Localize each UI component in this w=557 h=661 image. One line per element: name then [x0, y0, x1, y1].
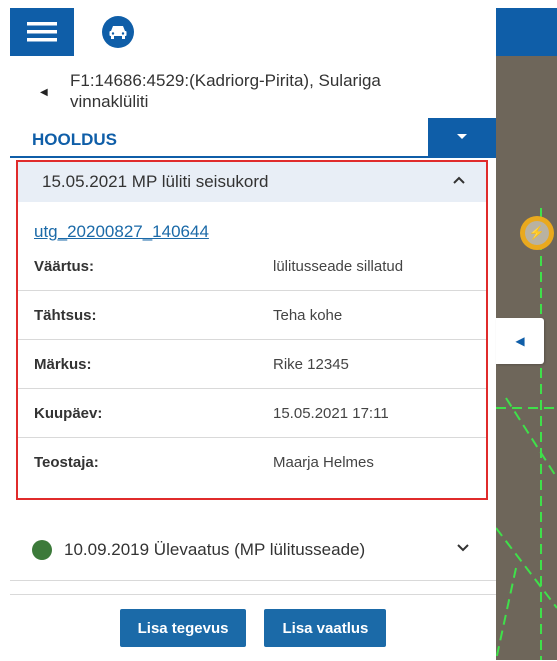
action-footer: Lisa tegevus Lisa vaatlus	[10, 594, 496, 661]
menu-button[interactable]	[10, 8, 74, 56]
map-marker[interactable]: ⚡	[520, 216, 554, 250]
detail-row: Kuupäev: 15.05.2021 17:11	[18, 389, 486, 438]
caret-left-icon: ◀	[515, 334, 525, 348]
side-panel: ◀ F1:14686:4529:(Kadriorg-Pirita), Sular…	[10, 8, 496, 660]
detail-row: Teostaja: Maarja Helmes	[18, 438, 486, 486]
chevron-up-icon[interactable]	[452, 172, 466, 188]
detail-label: Teostaja:	[34, 453, 99, 471]
detail-value: lülitusseade sillatud	[273, 257, 404, 275]
expanded-item-header[interactable]: 15.05.2021 MP lüliti seisukord	[18, 162, 486, 202]
top-bar	[10, 8, 496, 56]
switch-icon: ⚡	[525, 221, 549, 245]
detail-value: 15.05.2021 17:11	[273, 404, 389, 422]
hamburger-menu-icon	[27, 22, 57, 42]
detail-row: Väärtus: lülitusseade sillatud	[18, 242, 486, 291]
caret-down-icon	[457, 134, 467, 139]
object-title-line2: vinnaklüliti	[70, 92, 149, 111]
attachment-link[interactable]: utg_20200827_140644	[18, 208, 486, 242]
collapse-panel-handle[interactable]: ◀	[496, 318, 544, 364]
section-title: HOOLDUS	[32, 130, 117, 149]
section-dropdown-button[interactable]	[428, 118, 496, 156]
collapsed-maintenance-item[interactable]: 10.09.2019 Ülevaatus (MP lülitusseade)	[10, 520, 496, 581]
collapsed-item-title: 10.09.2019 Ülevaatus (MP lülitusseade)	[64, 540, 366, 559]
car-icon	[109, 26, 127, 39]
chevron-down-icon[interactable]	[456, 540, 470, 556]
status-dot	[32, 540, 52, 560]
back-arrow-icon[interactable]: ◀	[40, 82, 48, 103]
detail-row: Märkus: Rike 12345	[18, 340, 486, 389]
expanded-item-title: 15.05.2021 MP lüliti seisukord	[42, 172, 269, 191]
details-list: Väärtus: lülitusseade sillatud Tähtsus: …	[18, 242, 486, 486]
add-inspection-button[interactable]: Lisa vaatlus	[264, 609, 387, 647]
object-title-line1: F1:14686:4529:(Kadriorg-Pirita), Sularig…	[70, 71, 381, 90]
detail-value: Maarja Helmes	[273, 453, 374, 471]
object-title: ◀ F1:14686:4529:(Kadriorg-Pirita), Sular…	[10, 56, 496, 116]
detail-value: Teha kohe	[273, 306, 343, 324]
detail-value: Rike 12345	[273, 355, 349, 373]
detail-row: Tähtsus: Teha kohe	[18, 291, 486, 340]
detail-label: Väärtus:	[34, 257, 95, 275]
add-action-button[interactable]: Lisa tegevus	[119, 609, 247, 647]
section-bar: HOOLDUS	[10, 118, 496, 158]
expanded-maintenance-item: 15.05.2021 MP lüliti seisukord utg_20200…	[16, 160, 488, 500]
detail-label: Tähtsus:	[34, 306, 97, 324]
detail-label: Kuupäev:	[34, 404, 103, 422]
vehicle-button[interactable]	[102, 16, 134, 48]
detail-label: Märkus:	[34, 355, 92, 373]
